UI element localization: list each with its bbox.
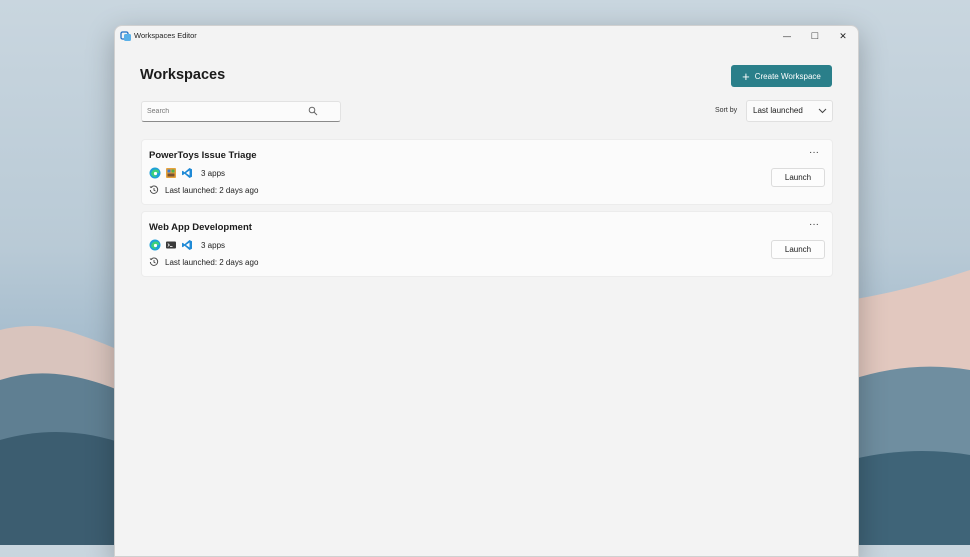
- app-icon: [166, 168, 176, 178]
- title-bar[interactable]: Workspaces Editor — □ ✕: [115, 26, 858, 46]
- create-workspace-button[interactable]: + Create Workspace: [731, 65, 832, 87]
- workspace-apps: 3 apps: [149, 167, 225, 179]
- maximize-button[interactable]: □: [801, 26, 829, 46]
- last-launched: Last launched: 2 days ago: [149, 185, 258, 195]
- page-title: Workspaces: [140, 67, 226, 83]
- plus-icon: +: [742, 68, 750, 84]
- more-options-button[interactable]: ···: [809, 219, 819, 230]
- vscode-icon: [182, 168, 192, 178]
- last-launched-text: Last launched: 2 days ago: [165, 185, 259, 195]
- more-options-button[interactable]: ···: [809, 147, 819, 158]
- close-icon: ✕: [839, 30, 847, 41]
- search-icon: [308, 106, 318, 116]
- workspace-name: Web App Development: [149, 222, 252, 233]
- launch-button[interactable]: Launch: [771, 240, 825, 259]
- search-box[interactable]: [141, 101, 341, 122]
- launch-button[interactable]: Launch: [771, 168, 825, 187]
- sort-selected-value: Last launched: [753, 106, 803, 115]
- last-launched: Last launched: 2 days ago: [149, 257, 258, 267]
- history-icon: [149, 185, 159, 194]
- close-button[interactable]: ✕: [829, 26, 857, 46]
- workspace-name: PowerToys Issue Triage: [149, 150, 257, 161]
- terminal-icon: [166, 241, 176, 249]
- sort-dropdown[interactable]: Last launched: [746, 100, 833, 122]
- edge-icon: [149, 239, 161, 251]
- workspaces-app-icon: [120, 31, 131, 41]
- vscode-icon: [182, 240, 192, 250]
- search-input[interactable]: [147, 102, 307, 121]
- workspace-apps: 3 apps: [149, 239, 225, 251]
- create-workspace-label: Create Workspace: [754, 71, 821, 81]
- workspace-card[interactable]: Web App Development 3 apps Last launched…: [141, 211, 833, 277]
- apps-count: 3 apps: [201, 240, 226, 250]
- last-launched-text: Last launched: 2 days ago: [165, 257, 259, 267]
- chevron-down-icon: [818, 108, 827, 114]
- minimize-icon: —: [783, 31, 791, 41]
- window-title: Workspaces Editor: [134, 31, 197, 40]
- workspace-card[interactable]: PowerToys Issue Triage 3 apps Last launc…: [141, 139, 833, 205]
- history-icon: [149, 257, 159, 266]
- workspaces-editor-window: Workspaces Editor — □ ✕ Workspaces + Cre…: [114, 25, 859, 557]
- sort-by-label: Sort by: [715, 107, 738, 114]
- apps-count: 3 apps: [201, 168, 226, 178]
- maximize-icon: □: [811, 30, 819, 42]
- edge-icon: [149, 167, 161, 179]
- minimize-button[interactable]: —: [773, 26, 801, 46]
